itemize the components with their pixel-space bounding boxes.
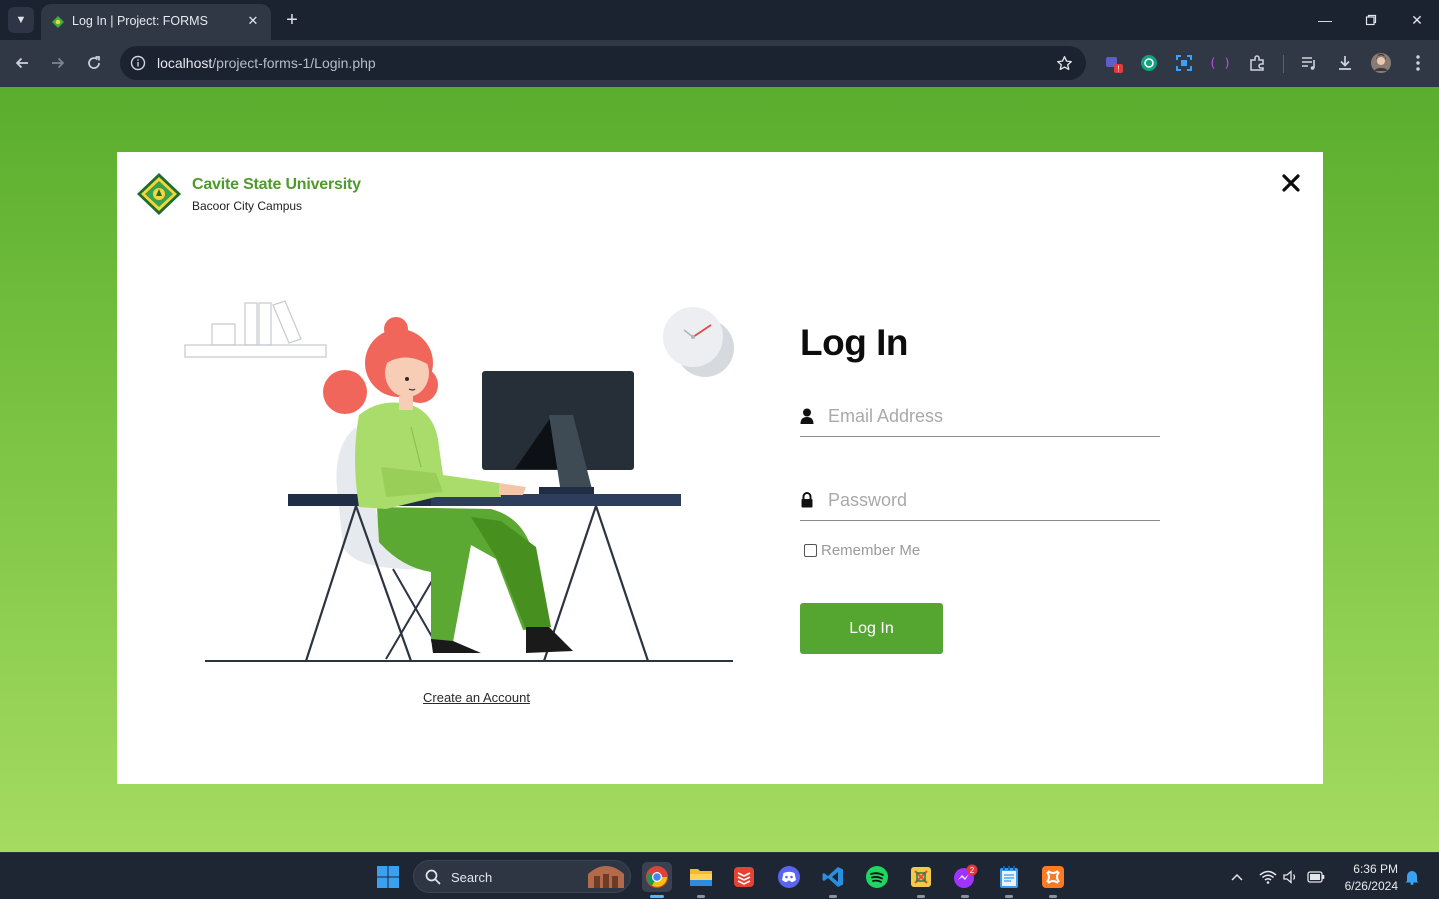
todoist-icon[interactable] — [729, 862, 759, 892]
login-card: Cavite State University Bacoor City Camp… — [117, 152, 1323, 784]
toolbar-separator — [1283, 55, 1284, 73]
university-logo — [137, 173, 181, 215]
url-text: localhost/project-forms-1/Login.php — [157, 55, 376, 71]
svg-text:( ): ( ) — [1211, 56, 1229, 70]
messenger-icon[interactable]: 2 — [950, 862, 980, 898]
clock-date[interactable]: 6/26/2024 — [1336, 879, 1398, 893]
create-account-link[interactable]: Create an Account — [423, 690, 530, 705]
windows-taskbar: Search 2 6:36 PM 6/26/2024 — [0, 852, 1439, 899]
clock-time[interactable]: 6:36 PM — [1348, 862, 1398, 876]
running-indicator — [961, 895, 969, 898]
bookmark-star-icon[interactable] — [1054, 53, 1074, 73]
downloads-icon[interactable] — [1334, 52, 1356, 74]
wall-clock-illustration — [663, 307, 734, 377]
vscode-icon[interactable] — [818, 862, 848, 898]
email-input[interactable] — [828, 397, 1158, 435]
login-illustration — [184, 300, 734, 662]
brand-name: Cavite State University — [192, 176, 361, 193]
file-explorer-icon[interactable] — [686, 862, 716, 898]
tab-search-chevron-icon[interactable]: ▼ — [8, 7, 34, 33]
close-window-icon[interactable]: ✕ — [1404, 8, 1430, 32]
browser-toolbar: localhost/project-forms-1/Login.php ! ( … — [0, 40, 1439, 87]
lock-icon — [801, 492, 813, 508]
notepad-icon[interactable] — [994, 862, 1024, 898]
code-extension-icon[interactable]: ( ) — [1209, 52, 1231, 74]
snipping-tool-icon[interactable] — [906, 862, 936, 898]
login-button[interactable]: Log In — [800, 603, 943, 654]
back-icon[interactable] — [9, 50, 35, 76]
browser-tab[interactable]: Log In | Project: FORMS ✕ — [41, 4, 271, 40]
password-input[interactable] — [828, 481, 1158, 519]
tab-title: Log In | Project: FORMS — [72, 14, 208, 28]
new-tab-icon[interactable]: + — [280, 8, 304, 32]
email-field — [800, 397, 1160, 437]
svg-text:!: ! — [1117, 65, 1119, 74]
shelf-illustration — [184, 300, 327, 358]
messenger-badge-count: 2 — [970, 866, 975, 875]
profile-avatar[interactable] — [1370, 52, 1392, 74]
remember-me: Remember Me — [804, 542, 920, 559]
remember-me-label[interactable]: Remember Me — [821, 542, 920, 559]
search-icon — [425, 869, 441, 885]
running-indicator — [829, 895, 837, 898]
forward-icon[interactable] — [45, 50, 71, 76]
search-highlight-icon — [588, 866, 624, 888]
user-icon — [800, 408, 814, 424]
extensions-puzzle-icon[interactable] — [1246, 52, 1268, 74]
browser-menu-icon[interactable] — [1407, 52, 1429, 74]
running-indicator — [697, 895, 705, 898]
close-icon[interactable] — [1280, 172, 1302, 194]
running-indicator — [1005, 895, 1013, 898]
brand-subtitle: Bacoor City Campus — [192, 199, 303, 213]
reload-icon[interactable] — [81, 50, 107, 76]
restore-icon[interactable] — [1358, 8, 1384, 32]
remember-me-checkbox[interactable] — [804, 544, 817, 557]
media-control-icon[interactable] — [1298, 52, 1320, 74]
active-indicator — [650, 895, 664, 898]
password-field — [800, 481, 1160, 521]
browser-tab-bar: ▼ Log In | Project: FORMS ✕ + — ✕ — [0, 0, 1439, 40]
screenshot-extension-icon[interactable] — [1173, 52, 1195, 74]
xampp-icon[interactable] — [1038, 862, 1068, 898]
teams-extension-icon[interactable]: ! — [1104, 52, 1126, 74]
tab-close-icon[interactable]: ✕ — [243, 11, 263, 31]
wifi-icon[interactable] — [1259, 868, 1277, 886]
chrome-taskbar-icon[interactable] — [642, 862, 672, 898]
page-favicon-icon — [52, 16, 64, 28]
url-host: localhost — [157, 55, 213, 71]
running-indicator — [917, 895, 925, 898]
login-title: Log In — [800, 322, 908, 363]
discord-icon[interactable] — [774, 862, 804, 892]
address-bar[interactable]: localhost/project-forms-1/Login.php — [120, 46, 1086, 80]
battery-icon[interactable] — [1307, 868, 1325, 886]
spotify-icon[interactable] — [862, 862, 892, 892]
taskbar-search[interactable]: Search — [413, 860, 631, 893]
chatgpt-extension-icon[interactable] — [1138, 52, 1160, 74]
search-label: Search — [451, 870, 493, 885]
running-indicator — [1049, 895, 1057, 898]
windows-start-icon[interactable] — [373, 862, 403, 892]
minimize-icon[interactable]: — — [1312, 8, 1338, 32]
page-viewport: Cavite State University Bacoor City Camp… — [0, 87, 1439, 852]
notification-bell-icon[interactable] — [1403, 868, 1421, 886]
site-info-icon[interactable] — [128, 53, 148, 73]
show-hidden-icons-icon[interactable] — [1228, 868, 1246, 886]
volume-icon[interactable] — [1282, 868, 1300, 886]
url-path: /project-forms-1/Login.php — [212, 55, 376, 71]
